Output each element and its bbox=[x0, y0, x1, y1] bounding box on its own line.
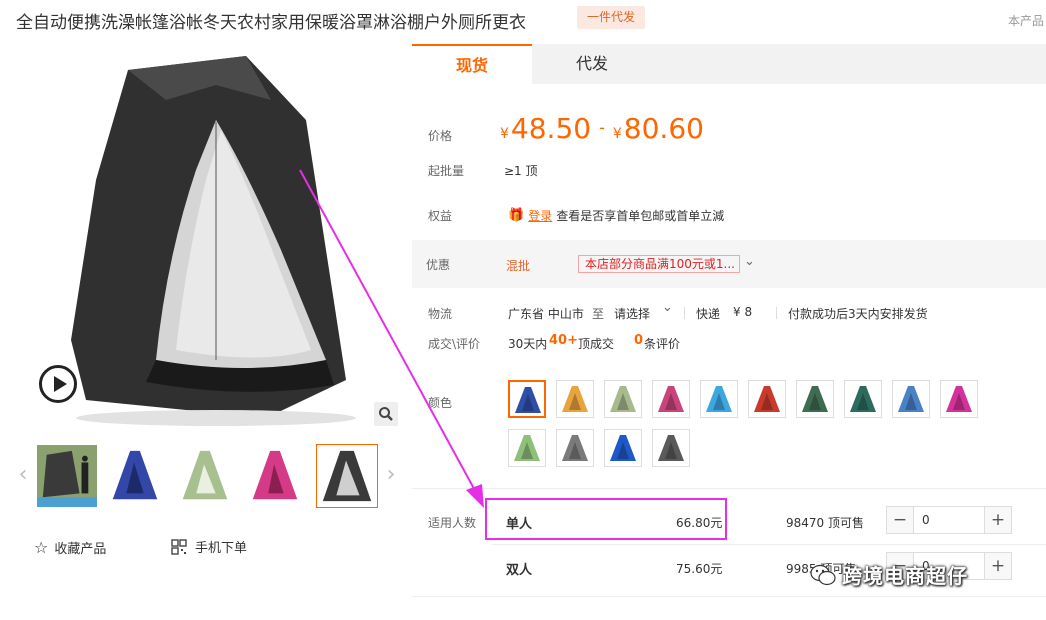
annotation-highlight-box bbox=[485, 498, 727, 540]
watermark-text: 跨境电商超仔 bbox=[842, 564, 968, 588]
watermark: 跨境电商超仔 bbox=[810, 560, 968, 589]
wechat-icon bbox=[810, 564, 836, 585]
